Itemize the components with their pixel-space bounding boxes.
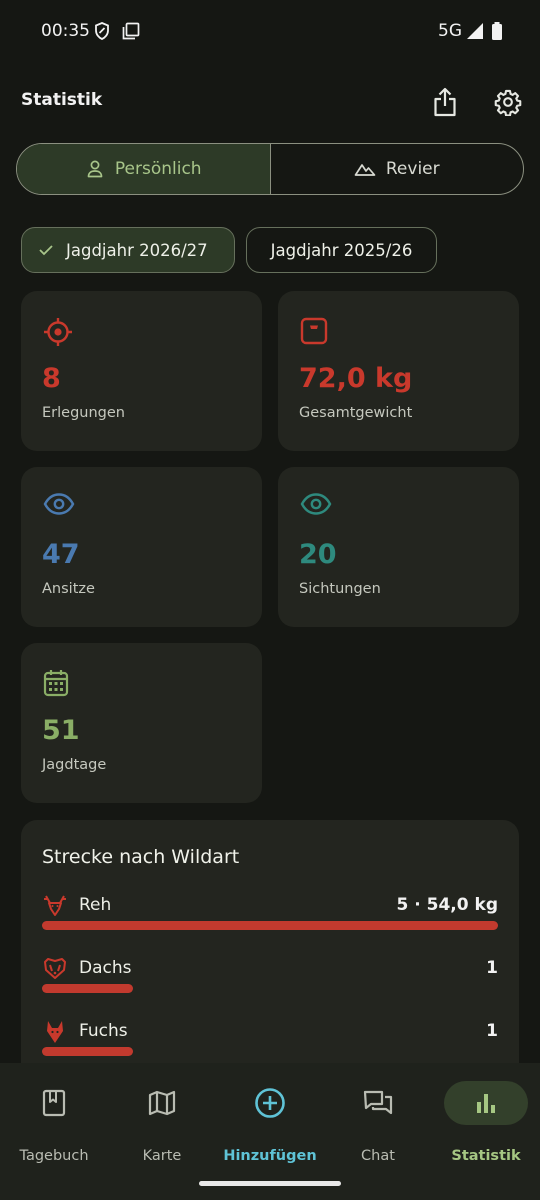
target-icon <box>43 317 73 351</box>
stat-card-total-weight[interactable]: 72,0 kg Gesamtgewicht <box>278 291 519 451</box>
nav-label: Hinzufügen <box>223 1148 317 1164</box>
species-value: 1 <box>486 958 498 978</box>
chat-icon <box>363 1090 393 1115</box>
species-name: Dachs <box>79 958 132 978</box>
stat-value: 47 <box>42 539 80 570</box>
screenshot-icon <box>122 22 140 44</box>
eye-icon <box>43 493 75 519</box>
bar-chart-icon <box>477 1094 495 1113</box>
signal-icon <box>466 22 484 44</box>
stat-card-sightings[interactable]: 20 Sichtungen <box>278 467 519 627</box>
map-icon <box>148 1090 176 1116</box>
chip-hunting-year-2026[interactable]: Jagdjahr 2026/27 <box>21 227 235 273</box>
home-indicator[interactable] <box>199 1181 341 1186</box>
page-title: Statistik <box>21 90 103 110</box>
segment-territory-label: Revier <box>385 159 440 179</box>
species-row-fox[interactable]: Fuchs 1 <box>21 1019 519 1069</box>
nav-label: Chat <box>361 1148 395 1164</box>
nav-label: Tagebuch <box>19 1148 89 1164</box>
nav-item-add[interactable]: Hinzufügen <box>216 1081 324 1171</box>
scope-segmented-control: Persönlich Revier <box>16 143 524 195</box>
nav-item-statistics[interactable]: Statistik <box>432 1081 540 1171</box>
species-value: 5 · 54,0 kg <box>396 895 498 915</box>
deer-icon <box>42 893 68 921</box>
stat-value: 8 <box>42 363 61 394</box>
species-card-title: Strecke nach Wildart <box>42 846 240 868</box>
nav-item-chat[interactable]: Chat <box>324 1081 432 1171</box>
nav-pill <box>228 1081 312 1125</box>
status-bar: 00:35 5G <box>0 0 540 64</box>
stat-card-hunting-days[interactable]: 51 Jagdtage <box>21 643 262 803</box>
scale-icon <box>300 317 328 349</box>
nav-item-map[interactable]: Karte <box>108 1081 216 1171</box>
stat-label: Sichtungen <box>299 581 381 597</box>
add-circle-icon <box>255 1088 285 1118</box>
nav-label: Karte <box>142 1148 182 1164</box>
species-bar <box>42 1047 133 1056</box>
check-icon <box>39 245 53 256</box>
fox-icon <box>42 1019 68 1049</box>
species-row-badger[interactable]: Dachs 1 <box>21 956 519 1006</box>
chip-other-label: Jagdjahr 2025/26 <box>270 240 413 260</box>
share-icon <box>434 87 456 117</box>
settings-button[interactable] <box>490 84 526 120</box>
nav-pill-active <box>444 1081 528 1125</box>
species-bar <box>42 984 133 993</box>
species-bar <box>42 921 498 930</box>
nav-pill <box>336 1081 420 1125</box>
nav-item-diary[interactable]: Tagebuch <box>0 1081 108 1171</box>
diary-icon <box>42 1089 66 1117</box>
network-label: 5G <box>438 21 462 41</box>
status-time: 00:35 <box>41 21 90 41</box>
person-icon <box>87 160 103 178</box>
stat-value: 20 <box>299 539 337 570</box>
nav-label: Statistik <box>451 1148 521 1164</box>
stat-label: Ansitze <box>42 581 95 597</box>
species-name: Reh <box>79 895 112 915</box>
segment-personal-label: Persönlich <box>114 159 202 179</box>
mountain-icon <box>354 164 376 176</box>
battery-icon <box>491 22 503 44</box>
calendar-icon <box>43 669 69 701</box>
eye-icon <box>300 493 332 519</box>
nav-pill <box>120 1081 204 1125</box>
share-button[interactable] <box>427 84 463 120</box>
gear-icon <box>494 89 522 116</box>
shield-icon <box>94 22 110 44</box>
stat-label: Jagdtage <box>42 757 107 773</box>
stat-label: Erlegungen <box>42 405 125 421</box>
badger-icon <box>42 956 68 984</box>
stat-value: 51 <box>42 715 80 746</box>
stat-value: 72,0 kg <box>299 363 413 394</box>
stat-card-stands[interactable]: 47 Ansitze <box>21 467 262 627</box>
segment-personal[interactable]: Persönlich <box>17 144 271 194</box>
chip-hunting-year-2025[interactable]: Jagdjahr 2025/26 <box>246 227 437 273</box>
species-row-roe-deer[interactable]: Reh 5 · 54,0 kg <box>21 893 519 943</box>
nav-pill <box>12 1081 96 1125</box>
stat-label: Gesamtgewicht <box>299 405 413 421</box>
species-value: 1 <box>486 1021 498 1041</box>
bottom-navigation: Tagebuch Karte Hinzufügen Chat Statistik <box>0 1063 540 1200</box>
chip-selected-label: Jagdjahr 2026/27 <box>66 240 208 260</box>
segment-territory[interactable]: Revier <box>271 144 524 194</box>
species-name: Fuchs <box>79 1021 128 1041</box>
stat-card-kills[interactable]: 8 Erlegungen <box>21 291 262 451</box>
